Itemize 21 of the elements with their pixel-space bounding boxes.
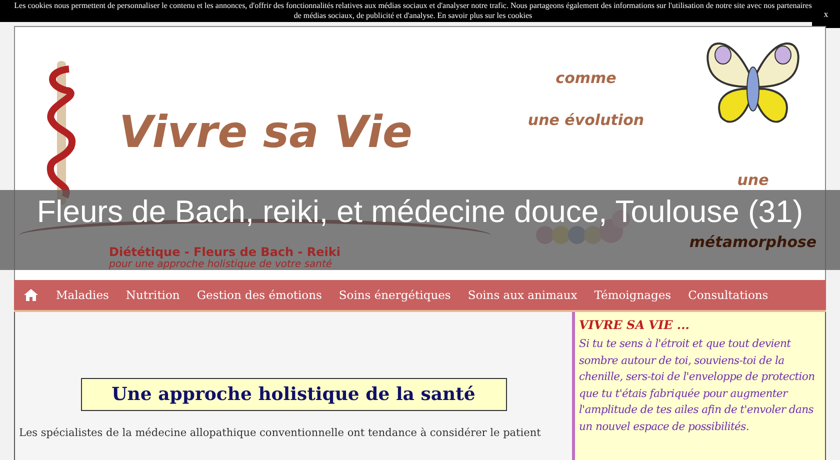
subtitle-note: pour une approche holistique de votre santé	[109, 259, 334, 270]
nav-link[interactable]: Gestion des émotions	[196, 288, 322, 302]
page-title: Fleurs de Bach, reiki, et médecine douce, Toulouse (31)	[36, 194, 804, 230]
tagline: une évolution	[528, 111, 644, 129]
section-heading: Une approche holistique de la santé	[80, 378, 506, 411]
nav-link[interactable]: Soins énergétiques	[338, 288, 451, 302]
nav-link[interactable]: Maladies	[56, 288, 109, 302]
site-logo-title: Vivre sa Vie	[119, 106, 412, 158]
tagline: comme	[556, 69, 616, 87]
subtitle: Diététique - Fleurs de Bach - Reiki	[109, 245, 342, 259]
nav-link[interactable]: Témoignages	[594, 288, 672, 302]
cookie-notice: Les cookies nous permettent de personnaliser le contenu et les annonces, d'offrir des fonctionnalités relatives aux médias sociaux et d'analyser notre trafic. Nous partageons également des informations sur l'utilisation de notre site avec nos partenaires de médias sociaux, de publicité et d'analyse. En savoir plus sur les cookies	[14, 1, 812, 21]
tagline: métamorphose	[689, 233, 817, 251]
sidebar-text: Si tu te sens à l'étroit et que tout devient sombre autour de toi, souviens-toi de la chenille, sers-toi de l'enveloppe de protection que tu t'étais fabriquée pour augmenter l'amplitude de tes ailes afin de t'envoler dans un nouvel espace de possibilités.	[579, 336, 816, 434]
nav-link[interactable]: Soins aux animaux	[468, 288, 578, 302]
tagline: une	[737, 171, 769, 189]
home-icon[interactable]	[24, 289, 38, 301]
nav-link[interactable]: Consultations	[688, 288, 768, 302]
sidebar-title: VIVRE SA VIE ...	[579, 318, 690, 332]
nav-link[interactable]: Nutrition	[126, 288, 180, 302]
paragraph: Les spécialistes de la médecine allopathique conventionnelle ont tendance à considérer le patient	[19, 427, 541, 439]
